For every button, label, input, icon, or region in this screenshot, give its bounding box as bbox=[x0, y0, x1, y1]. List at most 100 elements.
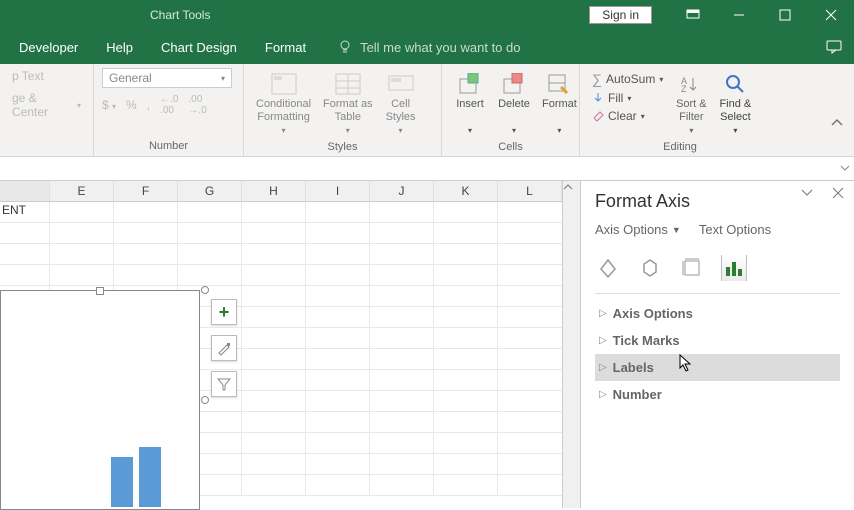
fill-line-icon[interactable] bbox=[595, 255, 621, 281]
chart-object[interactable]: + bbox=[0, 290, 200, 510]
section-axis-options[interactable]: ▷Axis Options bbox=[595, 300, 840, 327]
chart-bars bbox=[111, 447, 161, 507]
size-properties-icon[interactable] bbox=[679, 255, 705, 281]
chart-bar bbox=[139, 447, 161, 507]
group-styles: Conditional Formatting ▾ Format as Table… bbox=[244, 64, 442, 156]
eraser-icon bbox=[592, 110, 604, 122]
maximize-icon[interactable] bbox=[762, 0, 808, 30]
tell-me-search[interactable]: Tell me what you want to do bbox=[338, 40, 520, 55]
section-tick-marks[interactable]: ▷Tick Marks bbox=[595, 327, 840, 354]
col-header-J[interactable]: J bbox=[370, 181, 434, 201]
plus-icon: + bbox=[219, 302, 230, 323]
editing-group-label: Editing bbox=[588, 139, 772, 155]
decrease-decimal-button[interactable]: .00→.0 bbox=[188, 94, 206, 116]
group-label bbox=[8, 150, 85, 154]
chart-handle[interactable] bbox=[201, 396, 209, 404]
section-number[interactable]: ▷Number bbox=[595, 381, 840, 408]
tab-help[interactable]: Help bbox=[92, 30, 147, 64]
formula-expand-icon[interactable] bbox=[838, 161, 852, 175]
chart-elements-button[interactable]: + bbox=[211, 299, 237, 325]
increase-decimal-button[interactable]: ←.0.00 bbox=[160, 94, 178, 116]
sheet-area: E F G H I J K L ENT bbox=[0, 181, 562, 508]
sort-filter-button[interactable]: AZ Sort & Filter ▾ bbox=[671, 68, 711, 139]
chevron-down-icon: ▾ bbox=[221, 74, 225, 83]
comma-format-button[interactable]: , bbox=[147, 98, 150, 112]
chart-handle[interactable] bbox=[201, 286, 209, 294]
autosum-button[interactable]: ∑AutoSum▾ bbox=[588, 70, 667, 88]
ribbon: p Text ge & Center▾ General ▾ $ ▾ % , ←.… bbox=[0, 64, 854, 157]
effects-icon[interactable] bbox=[637, 255, 663, 281]
pane-sections: ▷Axis Options ▷Tick Marks ▷Labels ▷Numbe… bbox=[595, 300, 840, 408]
text-options-tab[interactable]: Text Options bbox=[699, 222, 771, 237]
tab-format[interactable]: Format bbox=[251, 30, 320, 64]
sign-in-button[interactable]: Sign in bbox=[589, 6, 652, 24]
cell[interactable]: ENT bbox=[0, 202, 50, 222]
axis-options-tab[interactable]: Axis Options▼ bbox=[595, 222, 681, 237]
styles-group-label: Styles bbox=[252, 139, 433, 155]
delete-icon bbox=[498, 70, 530, 98]
wrap-text-button[interactable]: p Text bbox=[8, 68, 48, 84]
merge-center-button[interactable]: ge & Center▾ bbox=[8, 90, 85, 120]
tell-me-label: Tell me what you want to do bbox=[360, 40, 520, 55]
lightbulb-icon bbox=[338, 40, 352, 54]
format-axis-pane: Format Axis Axis Options▼ Text Options ▷… bbox=[580, 181, 854, 508]
section-labels[interactable]: ▷Labels bbox=[595, 354, 840, 381]
svg-text:Z: Z bbox=[681, 84, 687, 94]
col-header-L[interactable]: L bbox=[498, 181, 562, 201]
format-icon bbox=[543, 70, 575, 98]
conditional-formatting-button[interactable]: Conditional Formatting ▾ bbox=[252, 68, 315, 139]
group-alignment: p Text ge & Center▾ bbox=[0, 64, 94, 156]
number-group-label: Number bbox=[102, 138, 235, 154]
insert-icon bbox=[454, 70, 486, 98]
clear-button[interactable]: Clear▾ bbox=[588, 108, 667, 124]
collapse-ribbon-icon[interactable] bbox=[830, 118, 844, 128]
sort-filter-icon: AZ bbox=[675, 70, 707, 98]
conditional-formatting-icon bbox=[268, 70, 300, 98]
tab-developer[interactable]: Developer bbox=[5, 30, 92, 64]
title-bar-controls: Sign in bbox=[589, 0, 854, 30]
format-cells-button[interactable]: Format▾ bbox=[538, 68, 581, 139]
col-header-I[interactable]: I bbox=[306, 181, 370, 201]
table-icon bbox=[332, 70, 364, 98]
brush-icon bbox=[216, 340, 232, 356]
cell-styles-icon bbox=[385, 70, 417, 98]
chart-filter-button[interactable] bbox=[211, 371, 237, 397]
accounting-format-button[interactable]: $ ▾ bbox=[102, 98, 116, 112]
delete-button[interactable]: Delete▾ bbox=[494, 68, 534, 139]
axis-options-icon[interactable] bbox=[721, 255, 747, 281]
tab-chart-design[interactable]: Chart Design bbox=[147, 30, 251, 64]
col-header-E[interactable]: E bbox=[50, 181, 114, 201]
pane-options-icon[interactable] bbox=[800, 187, 814, 199]
group-editing: ∑AutoSum▾ Fill▾ Clear▾ AZ Sort & Filter … bbox=[580, 64, 780, 156]
col-header-K[interactable]: K bbox=[434, 181, 498, 201]
tab-bar: Developer Help Chart Design Format Tell … bbox=[0, 30, 854, 64]
chart-handle[interactable] bbox=[96, 287, 104, 295]
col-header-H[interactable]: H bbox=[242, 181, 306, 201]
comments-icon[interactable] bbox=[826, 40, 842, 54]
chart-styles-button[interactable] bbox=[211, 335, 237, 361]
fill-button[interactable]: Fill▾ bbox=[588, 90, 667, 106]
ribbon-display-icon[interactable] bbox=[670, 0, 716, 30]
find-select-button[interactable]: Find & Select ▾ bbox=[715, 68, 755, 139]
cells-grid[interactable]: ENT + bbox=[0, 202, 562, 508]
close-pane-icon[interactable] bbox=[832, 187, 844, 199]
chart-quick-buttons: + bbox=[211, 299, 237, 397]
chart-tools-label: Chart Tools bbox=[150, 8, 210, 22]
funnel-icon bbox=[216, 376, 232, 392]
vertical-scrollbar[interactable] bbox=[562, 181, 580, 508]
col-header-G[interactable]: G bbox=[178, 181, 242, 201]
close-icon[interactable] bbox=[808, 0, 854, 30]
format-as-table-button[interactable]: Format as Table ▾ bbox=[319, 68, 377, 139]
chevron-right-icon: ▷ bbox=[599, 308, 607, 319]
scroll-up-icon[interactable] bbox=[563, 181, 580, 191]
column-headers: E F G H I J K L bbox=[0, 181, 562, 202]
minimize-icon[interactable] bbox=[716, 0, 762, 30]
cell-styles-button[interactable]: Cell Styles ▾ bbox=[381, 68, 421, 139]
col-header-F[interactable]: F bbox=[114, 181, 178, 201]
number-format-dropdown[interactable]: General ▾ bbox=[102, 68, 232, 88]
insert-button[interactable]: Insert▾ bbox=[450, 68, 490, 139]
select-all-corner[interactable] bbox=[0, 181, 50, 201]
percent-format-button[interactable]: % bbox=[126, 98, 137, 112]
formula-bar[interactable] bbox=[0, 157, 854, 181]
main-area: E F G H I J K L ENT bbox=[0, 181, 854, 508]
